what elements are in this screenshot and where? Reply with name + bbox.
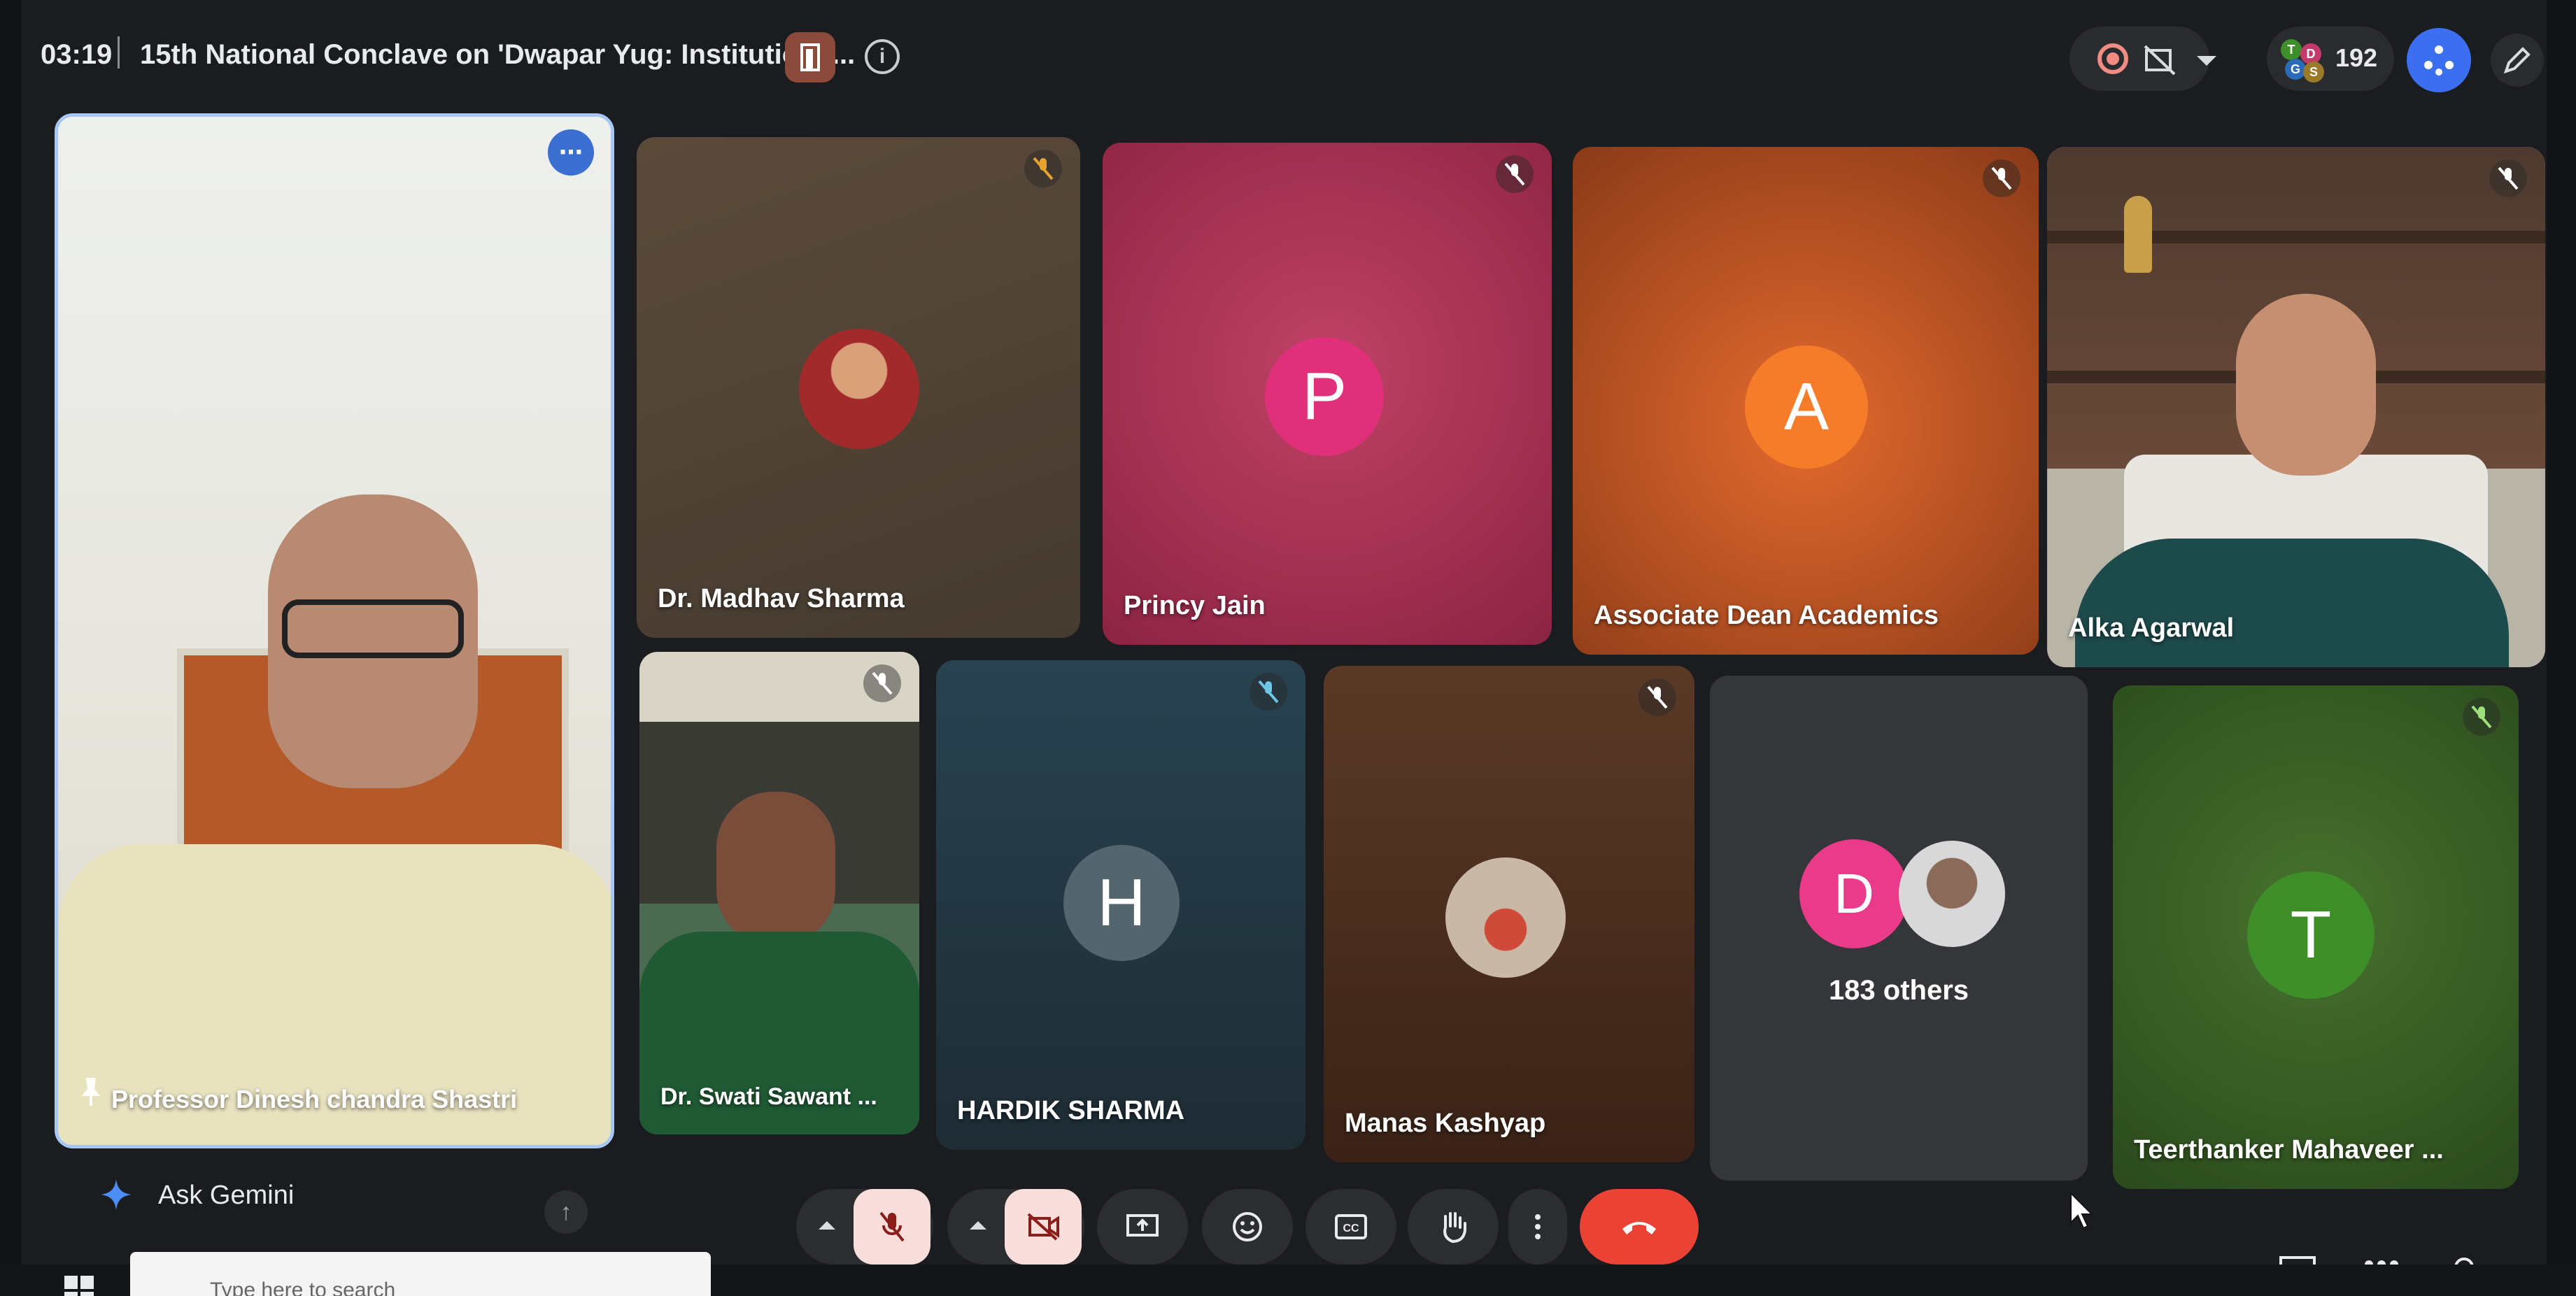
arrow-up-icon[interactable]: ↑ <box>544 1190 588 1234</box>
others-count-label: 183 others <box>1828 975 1969 1006</box>
hang-up-icon <box>1622 1222 1656 1234</box>
chevron-down-icon[interactable] <box>2197 56 2216 66</box>
ask-gemini-label[interactable]: Ask Gemini <box>158 1181 294 1211</box>
camera-toggle-button[interactable] <box>1005 1189 1082 1265</box>
participant-tile-dinesh[interactable]: ⋯ Professor Dinesh chandra Shastri <box>55 113 614 1148</box>
mic-muted-icon <box>863 664 901 702</box>
more-vert-icon <box>1535 1214 1541 1239</box>
participant-name: Associate Dean Academics <box>1594 601 1939 630</box>
meeting-title: 15th National Conclave on 'Dwapar Yug: I… <box>140 39 856 70</box>
participant-name: Dr. Swati Sawant ... <box>660 1083 877 1110</box>
participant-tile-teerthanker[interactable]: T Teerthanker Mahaveer ... <box>2113 685 2519 1189</box>
meeting-time: 03:19 <box>41 39 113 70</box>
mic-muted-icon <box>1024 150 1062 187</box>
gemini-sparkle-icon[interactable] <box>99 1178 133 1211</box>
participant-name: Manas Kashyap <box>1345 1109 1546 1138</box>
mic-muted-icon <box>1250 673 1287 711</box>
captions-icon: CC <box>1335 1214 1367 1239</box>
participant-tile-alka[interactable]: Alka Agarwal <box>2047 147 2545 667</box>
meet-window: 03:19 15th National Conclave on 'Dwapar … <box>0 0 2576 1296</box>
participant-tile-hardik[interactable]: H HARDIK SHARMA <box>936 660 1305 1150</box>
mini-avatar-s: S <box>2303 62 2324 83</box>
title-separator <box>118 36 120 69</box>
participant-tile-manas[interactable]: Manas Kashyap <box>1324 666 1694 1162</box>
others-tile[interactable]: D 183 others <box>1710 676 2088 1181</box>
taskbar-search-placeholder: Type here to search <box>210 1279 396 1296</box>
avatar: T <box>2247 871 2375 999</box>
meet-screen: 03:19 15th National Conclave on 'Dwapar … <box>21 0 2547 1296</box>
person-face <box>716 792 835 946</box>
recording-icon[interactable] <box>2097 43 2128 74</box>
present-icon <box>1126 1214 1159 1237</box>
participant-name: Professor Dinesh chandra Shastri <box>111 1085 518 1113</box>
more-options-button[interactable] <box>1508 1189 1567 1265</box>
avatar: A <box>1745 346 1868 469</box>
shelf <box>2047 231 2545 243</box>
raise-hand-button[interactable] <box>1408 1189 1499 1265</box>
mic-muted-icon <box>2489 159 2527 197</box>
participant-name: Alka Agarwal <box>2068 613 2235 643</box>
avatar: P <box>1265 337 1384 456</box>
participant-name: HARDIK SHARMA <box>957 1096 1185 1125</box>
eyeglasses <box>282 599 464 658</box>
no-cast-icon[interactable] <box>2142 43 2177 77</box>
avatar: H <box>1063 845 1180 961</box>
participant-tile-associate-dean[interactable]: A Associate Dean Academics <box>1573 147 2039 655</box>
edit-pen-icon[interactable] <box>2491 34 2544 87</box>
participants-avatars: T D G S <box>2281 39 2326 83</box>
mic-toggle-button[interactable] <box>854 1189 930 1265</box>
leave-call-button[interactable] <box>1580 1189 1699 1265</box>
avatar: D <box>1799 839 1909 948</box>
participant-name: Teerthanker Mahaveer ... <box>2134 1135 2444 1165</box>
trophy <box>2124 196 2152 273</box>
emoji-icon <box>1233 1212 1262 1241</box>
recording-controls[interactable] <box>2069 27 2209 91</box>
participant-count: 192 <box>2335 43 2378 72</box>
reactions-button[interactable] <box>1202 1189 1293 1265</box>
info-icon[interactable]: i <box>865 39 900 74</box>
mic-muted-icon <box>1983 159 2021 197</box>
present-screen-button[interactable] <box>1097 1189 1188 1265</box>
mic-muted-icon <box>1496 155 1534 193</box>
mic-muted-icon <box>1639 678 1676 716</box>
participant-tile-madhav[interactable]: Dr. Madhav Sharma <box>637 137 1080 638</box>
tile-options-icon[interactable]: ⋯ <box>548 129 594 176</box>
mic-off-icon <box>879 1211 905 1242</box>
hand-icon <box>1443 1212 1466 1244</box>
participant-tile-swati[interactable]: Dr. Swati Sawant ... <box>639 652 919 1134</box>
participant-name: Princy Jain <box>1124 591 1266 620</box>
mic-muted-icon <box>2463 698 2500 736</box>
activities-icon[interactable] <box>2407 28 2471 92</box>
chevron-up-icon[interactable] <box>970 1221 986 1230</box>
participant-name: Dr. Madhav Sharma <box>658 584 905 613</box>
camera-off-icon <box>1027 1213 1059 1241</box>
captions-button[interactable]: CC <box>1305 1189 1396 1265</box>
person-saree <box>2075 539 2509 667</box>
avatar-photo <box>1899 841 2005 947</box>
person-face <box>2236 294 2376 476</box>
door-icon[interactable] <box>785 32 835 83</box>
avatar-photo <box>1445 857 1566 978</box>
svg-text:CC: CC <box>1343 1223 1359 1234</box>
mouse-cursor-icon <box>2070 1192 2094 1230</box>
mini-avatar-t: T <box>2281 39 2302 60</box>
pin-icon <box>82 1078 100 1106</box>
participant-tile-princy[interactable]: P Princy Jain <box>1103 143 1552 645</box>
chevron-up-icon[interactable] <box>819 1221 835 1230</box>
avatar-photo <box>799 329 919 449</box>
windows-start-icon[interactable] <box>63 1274 95 1296</box>
